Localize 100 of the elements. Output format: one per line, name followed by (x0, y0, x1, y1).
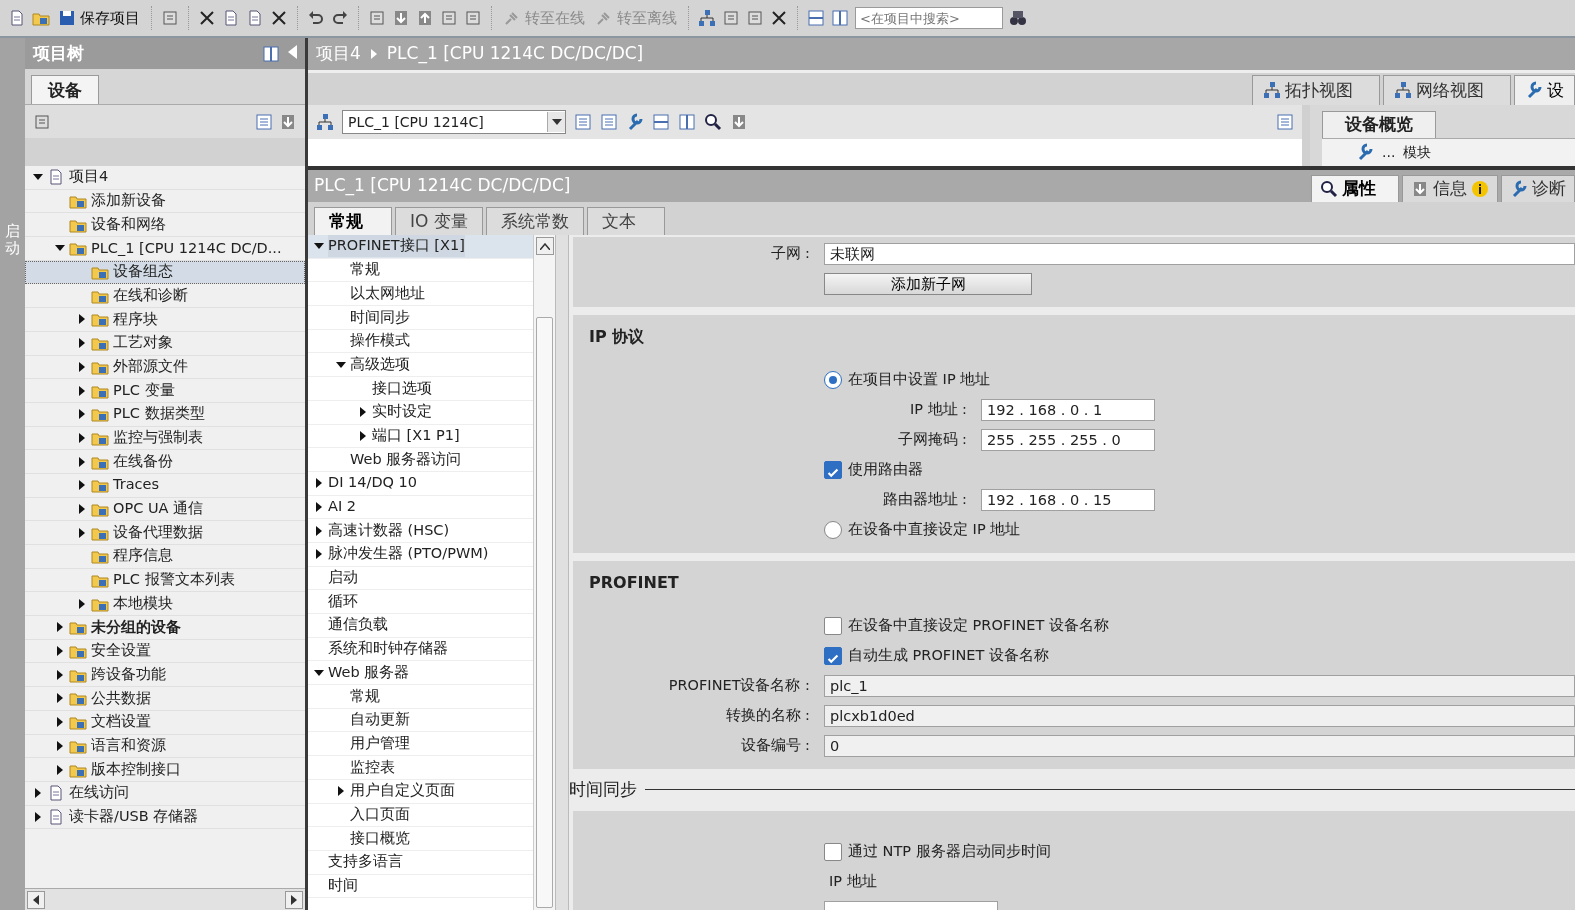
expand-arrow-icon[interactable] (55, 622, 65, 633)
tree-item[interactable]: Web 服务器 (308, 661, 533, 686)
tree-item[interactable]: 通信负载 (308, 614, 533, 638)
view-tab[interactable]: 设 (1514, 74, 1575, 105)
view-tab[interactable]: 网络视图 (1383, 74, 1511, 105)
arrow-up-icon[interactable] (540, 242, 550, 250)
tree-item[interactable]: PLC 数据类型 (25, 402, 305, 427)
split-horizontal-icon[interactable] (807, 9, 825, 27)
tree-item[interactable]: 添加新设备 (25, 189, 305, 214)
tree-item[interactable]: 外部源文件 (25, 355, 305, 380)
tree-item[interactable]: 公共数据 (25, 687, 305, 711)
tree-item[interactable]: 在线备份 (25, 450, 305, 474)
radio-button[interactable] (824, 371, 842, 389)
tree-item[interactable]: 用户管理 (308, 732, 533, 757)
subnet-field[interactable]: 未联网 (824, 243, 1575, 265)
binoculars-icon[interactable] (1009, 9, 1027, 27)
expand-arrow-icon[interactable] (314, 525, 324, 536)
add-subnet-button[interactable]: 添加新子网 (824, 273, 1032, 295)
tree-item[interactable]: 常规 (308, 685, 533, 709)
tree-item[interactable]: 端口 [X1 P1] (308, 424, 533, 449)
tree-item[interactable]: 监控与强制表 (25, 426, 305, 451)
network-icon[interactable] (698, 9, 716, 27)
ip-address-field[interactable]: 255 . 255 . 255 . 0 (981, 429, 1155, 451)
tree-item[interactable]: 支持多语言 (308, 850, 533, 875)
close-icon[interactable] (770, 9, 788, 27)
expand-arrow-icon[interactable] (77, 527, 87, 538)
checkbox[interactable] (824, 461, 842, 479)
tree-item[interactable]: 时间同步 (308, 306, 533, 330)
tree-item[interactable]: 跨设备功能 (25, 663, 305, 688)
tree-item[interactable]: 版本控制接口 (25, 758, 305, 782)
tab[interactable]: 诊断 (1501, 175, 1575, 202)
scrollbar-thumb[interactable] (536, 317, 553, 908)
collapse-arrow-icon[interactable] (336, 359, 346, 370)
tab[interactable]: 常规 (314, 206, 392, 235)
checkbox[interactable] (824, 617, 842, 635)
dropdown-arrow-icon[interactable] (551, 119, 562, 125)
tree-item[interactable]: 在线访问 (25, 781, 305, 806)
tree-item[interactable]: Web 服务器访问 (308, 448, 533, 472)
expand-arrow-icon[interactable] (77, 361, 87, 372)
expand-arrow-icon[interactable] (77, 314, 87, 325)
text-field[interactable]: plcxb1d0ed (824, 705, 1575, 727)
save-button[interactable]: 保存项目 (56, 6, 142, 30)
expand-arrow-icon[interactable] (55, 764, 65, 775)
expand-arrow-icon[interactable] (55, 693, 65, 704)
scroll-left-button[interactable] (27, 890, 45, 909)
collapse-arrow-icon[interactable] (314, 667, 324, 678)
radio-button[interactable] (824, 521, 842, 539)
delete-icon[interactable] (270, 9, 288, 27)
expand-arrow-icon[interactable] (314, 478, 324, 489)
expand-arrow-icon[interactable] (77, 432, 87, 443)
device-dropdown[interactable]: PLC_1 [CPU 1214C] (342, 110, 566, 134)
checkbox[interactable] (824, 647, 842, 665)
tree-item[interactable]: 设备代理数据 (25, 521, 305, 545)
tab[interactable]: 属性 (1311, 175, 1399, 202)
radio-option[interactable]: 在项目中设置 IP 地址 (824, 369, 991, 391)
expand-arrow-icon[interactable] (358, 430, 368, 441)
tree-item[interactable]: 项目4 (25, 166, 305, 190)
tree-item[interactable]: 脉冲发生器 (PTO/PWM) (308, 542, 533, 567)
tree-item[interactable]: 系统和时钟存储器 (308, 637, 533, 662)
expand-arrow-icon[interactable] (314, 501, 324, 512)
scroll-right-button[interactable] (285, 890, 303, 909)
tree-item[interactable]: 实时设定 (308, 400, 533, 425)
expand-arrow-icon[interactable] (55, 646, 65, 657)
tree-item[interactable]: PROFINET接口 [X1] (308, 235, 533, 259)
tree-item[interactable]: 设备和网络 (25, 213, 305, 238)
radio-option[interactable]: 在设备中直接设定 IP 地址 (824, 519, 1021, 541)
tree-item[interactable]: 工艺对象 (25, 331, 305, 356)
tree-item[interactable]: Traces (25, 473, 305, 498)
tree-item[interactable]: 程序块 (25, 308, 305, 332)
tree-item[interactable]: 本地模块 (25, 592, 305, 617)
expand-arrow-icon[interactable] (77, 598, 87, 609)
tree-item[interactable]: 未分组的设备 (25, 616, 305, 640)
expand-arrow-icon[interactable] (77, 480, 87, 491)
tree-item[interactable]: 常规 (308, 258, 533, 283)
expand-arrow-icon[interactable] (55, 740, 65, 751)
tree-item[interactable]: PLC 变量 (25, 379, 305, 403)
ip-address-field[interactable]: 192 . 168 . 0 . 1 (981, 399, 1155, 421)
ip-address-field[interactable]: 192 . 168 . 0 . 15 (981, 489, 1155, 511)
expand-arrow-icon[interactable] (358, 407, 368, 418)
expand-arrow-icon[interactable] (77, 456, 87, 467)
tree-item[interactable]: 用户自定义页面 (308, 779, 533, 804)
expand-arrow-icon[interactable] (77, 385, 87, 396)
tree-item[interactable]: 操作模式 (308, 329, 533, 354)
expand-arrow-icon[interactable] (336, 786, 346, 797)
tree-item[interactable]: 高速计数器 (HSC) (308, 519, 533, 543)
download-icon[interactable] (392, 9, 410, 27)
tree-item[interactable]: DI 14/DQ 10 (308, 471, 533, 496)
tree-item[interactable]: OPC UA 通信 (25, 497, 305, 522)
tree-item[interactable]: 程序信息 (25, 545, 305, 569)
expand-arrow-icon[interactable] (55, 669, 65, 680)
pin-panel-icon[interactable] (262, 44, 280, 63)
tree-item[interactable]: 启动 (308, 566, 533, 591)
undo-icon[interactable] (307, 9, 325, 27)
tree-item[interactable]: 文档设置 (25, 710, 305, 735)
tree-item[interactable]: 时间 (308, 874, 533, 899)
arrow-right-icon[interactable] (290, 894, 298, 905)
tree-item[interactable]: 接口概览 (308, 827, 533, 851)
text-field[interactable]: plc_1 (824, 675, 1575, 697)
redo-icon[interactable] (331, 9, 349, 27)
tree-item[interactable]: 监控表 (308, 756, 533, 780)
